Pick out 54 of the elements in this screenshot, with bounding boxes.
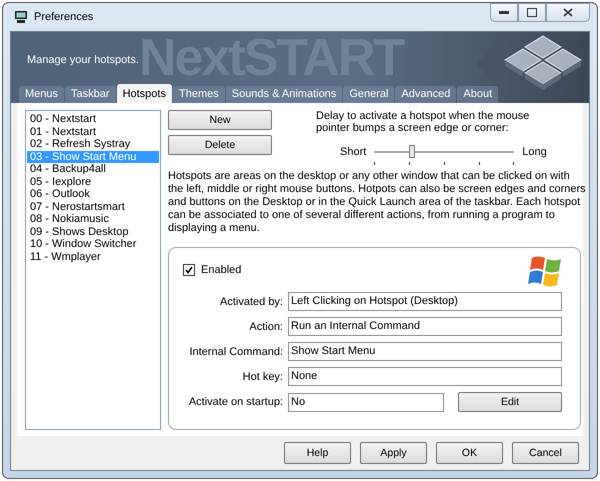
dialog-button[interactable]: OK	[436, 442, 503, 464]
list-item[interactable]: 10 - Window Switcher	[27, 238, 159, 250]
enabled-checkbox[interactable]	[183, 264, 195, 276]
dialog-button[interactable]: Cancel	[512, 442, 579, 464]
close-icon	[563, 8, 573, 17]
input-field[interactable]: Left Clicking on Hotspot (Desktop)	[288, 292, 562, 311]
windows-flag-icon	[528, 254, 564, 288]
field-label: Action:	[248, 320, 283, 332]
tab[interactable]: General	[343, 86, 394, 103]
tab[interactable]: Hotspots	[116, 84, 172, 103]
edit-button[interactable]: Edit	[458, 392, 562, 412]
list-item[interactable]: 00 - Nextstart	[27, 113, 159, 126]
maximize-button[interactable]	[518, 3, 546, 22]
list-item[interactable]: 09 - Shows Desktop	[27, 226, 159, 238]
list-item[interactable]: 08 - Nokiamusic	[27, 213, 159, 226]
list-item[interactable]: 06 - Outlook	[27, 188, 159, 200]
app-icon	[14, 11, 28, 23]
dialog-button[interactable]: Apply	[360, 442, 427, 464]
input-field[interactable]: No	[288, 392, 444, 412]
tab[interactable]: About	[457, 86, 498, 103]
help-paragraph: Hotspots are areas on the desktop or any other window that can be clicked on with the left, middle or right mouse buttons. Hotpots can also be screen edges and corners and buttons on the Desktop or in the Quick Launch area of the taskbar. Each hotspot can be associated to one of several different actions, from running a program to displaying a menu.	[168, 170, 586, 235]
banner-subtitle: Manage your hotspots.	[27, 54, 140, 66]
delay-slider[interactable]	[374, 145, 514, 166]
list-button[interactable]: Delete	[168, 135, 272, 155]
tab[interactable]: Sounds & Animations	[226, 86, 342, 103]
minimize-icon	[499, 10, 509, 14]
maximize-icon	[527, 8, 537, 17]
list-item[interactable]: 02 - Refresh Systray	[27, 138, 159, 150]
tab[interactable]: Themes	[172, 86, 225, 103]
dialog-button[interactable]: Help	[284, 442, 351, 464]
enabled-label: Enabled	[201, 264, 242, 276]
delay-description: Delay to activate a hotspot when the mouse pointer bumps a screen edge or corner:	[316, 110, 530, 134]
short-label: Short	[340, 146, 366, 158]
input-field[interactable]: None	[288, 367, 562, 386]
field-label: Activated by:	[219, 296, 283, 308]
field-label: Activate on startup:	[188, 396, 283, 408]
input-field[interactable]: Run an Internal Command	[288, 317, 562, 336]
tab[interactable]: Taskbar	[65, 86, 116, 103]
close-button[interactable]	[546, 3, 590, 22]
list-item[interactable]: 05 - Iexplore	[27, 176, 159, 188]
input-field[interactable]: Show Start Menu	[288, 342, 562, 361]
list-item[interactable]: 01 - Nextstart	[27, 126, 159, 138]
list-button[interactable]: New	[168, 110, 272, 130]
field-label: Hot key:	[242, 370, 283, 382]
list-item[interactable]: 04 - Backup4all	[27, 163, 159, 176]
list-item[interactable]: 11 - Wmplayer	[27, 250, 159, 263]
tab[interactable]: Advanced	[395, 86, 456, 103]
tab[interactable]: Menus	[19, 86, 64, 103]
long-label: Long	[522, 146, 547, 158]
list-item[interactable]: 07 - Nerostartsmart	[27, 200, 159, 213]
field-label: Internal Command:	[188, 346, 283, 358]
window-title: Preferences	[34, 11, 94, 23]
slider-thumb[interactable]	[409, 145, 416, 158]
minimize-button[interactable]	[490, 3, 518, 22]
